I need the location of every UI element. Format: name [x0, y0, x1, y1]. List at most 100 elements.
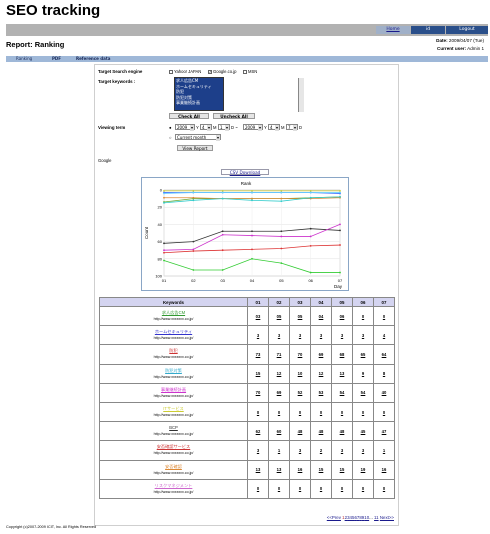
- preset-range-radio[interactable]: ○: [169, 135, 172, 140]
- rank-cell[interactable]: 69: [268, 382, 290, 403]
- rank-cell[interactable]: 1: [373, 440, 395, 461]
- rank-cell[interactable]: 48: [289, 421, 311, 442]
- rank-cell[interactable]: 0: [247, 478, 269, 499]
- msn-checkbox[interactable]: [243, 69, 247, 74]
- rank-cell[interactable]: 3: [247, 440, 269, 461]
- engine-msn[interactable]: MSN: [243, 69, 257, 74]
- keyword-select-list[interactable]: 求人広告CM ホームセキュリティ 防犯 防犯対策 事業継続計画: [174, 77, 304, 112]
- rank-cell[interactable]: 52: [289, 382, 311, 403]
- rank-cell[interactable]: 0: [352, 305, 374, 327]
- rank-cell[interactable]: 60: [268, 421, 290, 442]
- rank-cell[interactable]: 12: [268, 363, 290, 384]
- rank-cell[interactable]: 0: [373, 478, 395, 499]
- rank-cell[interactable]: 68: [331, 344, 353, 365]
- keyword-list-scrollbar[interactable]: [298, 78, 304, 112]
- rank-cell[interactable]: 0: [373, 305, 395, 327]
- rank-cell[interactable]: 69: [310, 344, 332, 365]
- rank-cell[interactable]: 70: [289, 344, 311, 365]
- from-month-select[interactable]: 4: [200, 124, 212, 131]
- rank-cell[interactable]: 0: [331, 478, 353, 499]
- rank-cell[interactable]: 16: [289, 459, 311, 480]
- yahoo-checkbox[interactable]: [169, 69, 173, 74]
- keyword-link[interactable]: 安否確認: [100, 463, 247, 470]
- rank-cell[interactable]: 65: [352, 344, 374, 365]
- rank-cell[interactable]: 16: [373, 459, 395, 480]
- check-all-button[interactable]: Check All: [169, 113, 209, 119]
- rank-cell[interactable]: 13: [331, 363, 353, 384]
- keyword-option[interactable]: 事業継続計画: [175, 100, 223, 106]
- rank-cell[interactable]: 71: [268, 344, 290, 365]
- rank-cell[interactable]: 4: [373, 325, 395, 346]
- rank-cell[interactable]: 0: [289, 478, 311, 499]
- keyword-link[interactable]: 安否確認サービス: [100, 443, 247, 450]
- rank-cell[interactable]: 70: [247, 382, 269, 403]
- rank-cell[interactable]: 45: [352, 421, 374, 442]
- rank-cell[interactable]: 13: [268, 459, 290, 480]
- rank-cell[interactable]: 3: [268, 325, 290, 346]
- id-button[interactable]: id: [411, 26, 445, 34]
- rank-cell[interactable]: 0: [352, 478, 374, 499]
- tab-pdf[interactable]: PDF: [52, 56, 61, 62]
- rank-cell[interactable]: 64: [373, 344, 395, 365]
- logout-button[interactable]: Logout: [446, 26, 488, 34]
- rank-cell[interactable]: 0: [373, 401, 395, 423]
- home-link[interactable]: Home: [376, 26, 410, 34]
- rank-cell[interactable]: 0: [247, 401, 269, 423]
- rank-cell[interactable]: 19: [352, 459, 374, 480]
- rank-cell[interactable]: 2: [310, 440, 332, 461]
- keyword-link[interactable]: ITサービス: [100, 405, 247, 412]
- preset-range-select[interactable]: Current month: [175, 134, 221, 141]
- to-year-select[interactable]: 2009: [243, 124, 263, 131]
- view-report-button[interactable]: View Report: [177, 145, 213, 151]
- rank-cell[interactable]: 05: [268, 305, 290, 327]
- rank-cell[interactable]: 0: [268, 478, 290, 499]
- rank-cell[interactable]: 3: [352, 440, 374, 461]
- rank-cell[interactable]: 54: [352, 382, 374, 403]
- rank-cell[interactable]: 1: [268, 440, 290, 461]
- rank-cell[interactable]: 3: [331, 440, 353, 461]
- from-day-select[interactable]: 1: [218, 124, 230, 131]
- rank-cell[interactable]: 73: [247, 344, 269, 365]
- to-month-select[interactable]: 4: [268, 124, 280, 131]
- keyword-link[interactable]: 防犯: [100, 347, 247, 354]
- rank-cell[interactable]: 0: [310, 401, 332, 423]
- tab-reference-data[interactable]: Reference data: [76, 56, 110, 62]
- custom-range-radio[interactable]: ●: [169, 125, 172, 130]
- rank-cell[interactable]: 05: [289, 305, 311, 327]
- rank-cell[interactable]: 47: [373, 421, 395, 442]
- rank-cell[interactable]: 9: [352, 363, 374, 384]
- rank-cell[interactable]: 15: [310, 459, 332, 480]
- rank-cell[interactable]: 40: [373, 382, 395, 403]
- from-year-select[interactable]: 2009: [175, 124, 195, 131]
- keyword-link[interactable]: 求人広告CM: [100, 309, 247, 316]
- rank-cell[interactable]: 48: [310, 421, 332, 442]
- rank-cell[interactable]: 15: [247, 363, 269, 384]
- keyword-link[interactable]: リスクマネジメント: [100, 482, 247, 489]
- prev-page-link[interactable]: <<Prev: [327, 515, 341, 520]
- rank-cell[interactable]: 3: [289, 440, 311, 461]
- rank-cell[interactable]: 8: [373, 363, 395, 384]
- rank-cell[interactable]: 3: [247, 325, 269, 346]
- rank-cell[interactable]: 0: [310, 478, 332, 499]
- keyword-link[interactable]: 事業継続計画: [100, 386, 247, 393]
- page-link[interactable]: 11: [374, 515, 379, 520]
- rank-cell[interactable]: 12: [310, 363, 332, 384]
- rank-cell[interactable]: 0: [268, 401, 290, 423]
- rank-cell[interactable]: 53: [310, 382, 332, 403]
- keyword-link[interactable]: ホームセキュリティ: [100, 328, 247, 335]
- keyword-link[interactable]: 防犯対策: [100, 367, 247, 374]
- rank-cell[interactable]: 62: [247, 421, 269, 442]
- rank-cell[interactable]: 06: [331, 305, 353, 327]
- rank-cell[interactable]: 13: [247, 459, 269, 480]
- rank-cell[interactable]: 48: [331, 421, 353, 442]
- rank-cell[interactable]: 54: [331, 382, 353, 403]
- rank-cell[interactable]: 03: [247, 305, 269, 327]
- rank-cell[interactable]: 3: [331, 325, 353, 346]
- rank-cell[interactable]: 3: [289, 325, 311, 346]
- rank-cell[interactable]: 3: [352, 325, 374, 346]
- rank-cell[interactable]: 15: [331, 459, 353, 480]
- keyword-link[interactable]: BCP: [100, 424, 247, 431]
- rank-cell[interactable]: 0: [352, 401, 374, 423]
- next-page-link[interactable]: Next>>: [380, 515, 394, 520]
- rank-cell[interactable]: 04: [310, 305, 332, 327]
